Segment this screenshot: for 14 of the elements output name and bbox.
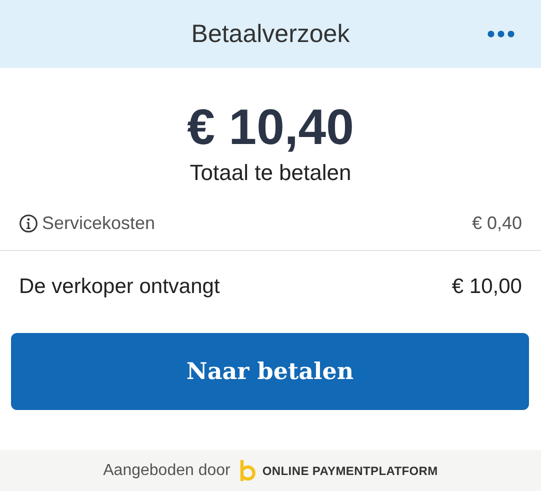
brand-name: ONLINE PAYMENTPLATFORM — [262, 464, 438, 478]
footer-text: Aangeboden door — [103, 462, 230, 480]
brand-logo-icon — [240, 460, 256, 482]
info-icon[interactable] — [19, 214, 38, 232]
pay-button[interactable]: Naar betalen — [11, 333, 529, 410]
seller-amount: € 10,00 — [452, 275, 522, 299]
fee-label: Servicekosten — [42, 212, 156, 234]
more-icon — [487, 30, 515, 38]
more-menu-button[interactable] — [487, 30, 515, 38]
total-caption: Totaal te betalen — [190, 160, 352, 186]
seller-label: De verkoper ontvangt — [19, 275, 220, 299]
total-amount: € 10,40 — [187, 98, 354, 156]
page-title: Betaalverzoek — [191, 20, 350, 48]
fee-amount: € 0,40 — [472, 212, 522, 234]
